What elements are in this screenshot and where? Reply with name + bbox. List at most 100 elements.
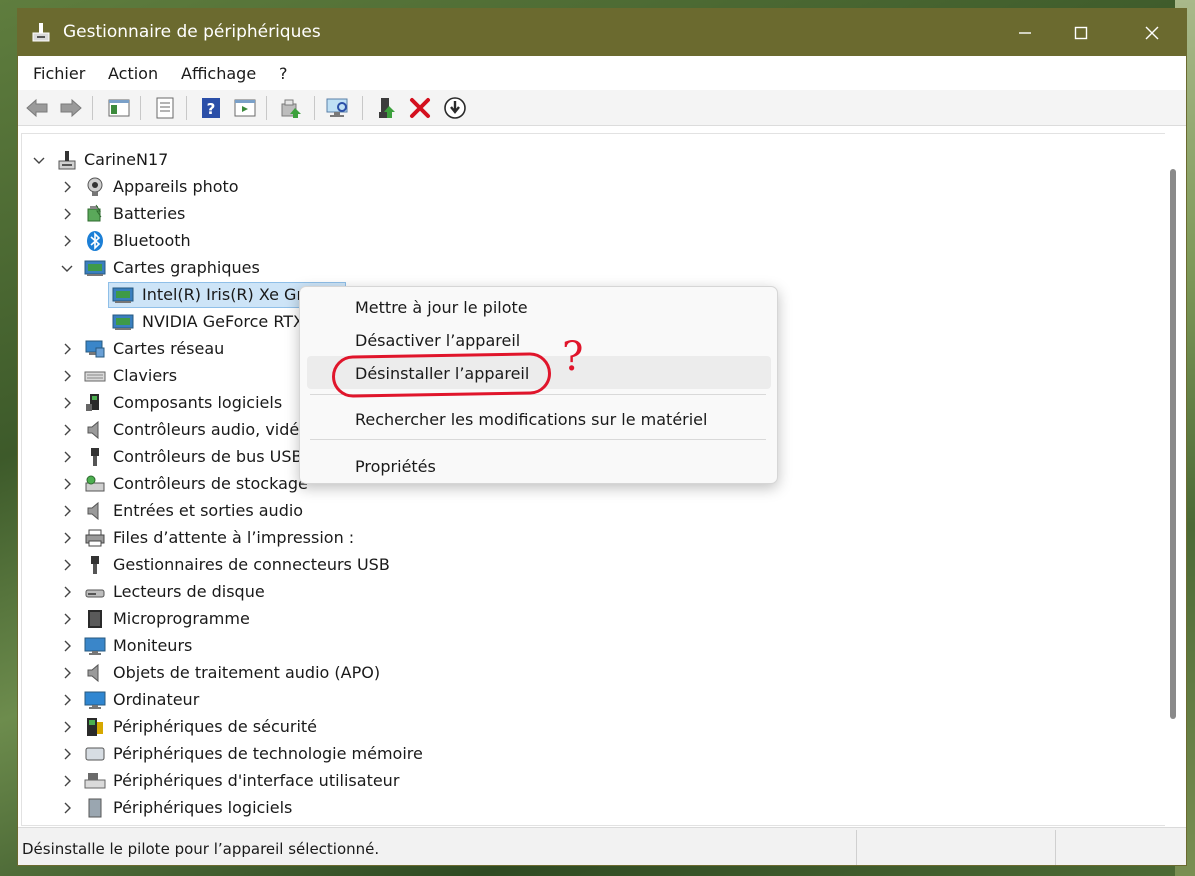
back-button[interactable]	[24, 95, 50, 121]
chevron-right-icon[interactable]	[61, 613, 73, 625]
tree-item[interactable]: Périphériques logiciels	[22, 795, 1162, 822]
chevron-right-icon[interactable]	[61, 559, 73, 571]
title-bar[interactable]: Gestionnaire de périphériques	[18, 9, 1186, 56]
chevron-right-icon[interactable]	[61, 748, 73, 760]
speaker-icon	[87, 420, 99, 440]
tree-toggle[interactable]	[60, 693, 74, 707]
computer-icon	[84, 691, 106, 709]
tree-toggle[interactable]	[32, 153, 46, 167]
chevron-down-icon[interactable]	[61, 262, 73, 274]
chevron-right-icon[interactable]	[61, 640, 73, 652]
maximize-button[interactable]	[1049, 9, 1113, 56]
tree-item[interactable]: Périphériques système	[22, 822, 1162, 826]
tree-toggle[interactable]	[60, 369, 74, 383]
chevron-right-icon[interactable]	[61, 586, 73, 598]
chevron-right-icon[interactable]	[61, 505, 73, 517]
tree-item[interactable]: Entrées et sorties audio	[22, 498, 1162, 525]
tree-item[interactable]: Périphériques de sécurité	[22, 714, 1162, 741]
chevron-right-icon[interactable]	[61, 775, 73, 787]
ctx-disable-device[interactable]: Désactiver l’appareil	[355, 331, 520, 350]
action-pane-button[interactable]	[232, 95, 258, 121]
close-button[interactable]	[1120, 9, 1184, 56]
tree-toggle[interactable]	[60, 585, 74, 599]
tree-toggle[interactable]	[60, 342, 74, 356]
chevron-right-icon[interactable]	[61, 424, 73, 436]
tree-toggle[interactable]	[60, 180, 74, 194]
tree-item[interactable]: Ordinateur	[22, 687, 1162, 714]
tree-toggle[interactable]	[60, 747, 74, 761]
software-device-icon	[88, 798, 102, 818]
toolbar-separator	[140, 96, 141, 120]
tree-toggle[interactable]	[60, 423, 74, 437]
tree-toggle[interactable]	[60, 450, 74, 464]
uninstall-device-button[interactable]	[407, 95, 433, 121]
chevron-right-icon[interactable]	[61, 235, 73, 247]
enable-device-button[interactable]	[374, 95, 400, 121]
tree-item-label: Appareils photo	[113, 177, 239, 196]
chevron-right-icon[interactable]	[61, 451, 73, 463]
tree-toggle[interactable]	[60, 207, 74, 221]
speaker-icon	[87, 501, 99, 521]
tree-item[interactable]: Files d’attente à l’impression :	[22, 525, 1162, 552]
chevron-right-icon[interactable]	[61, 208, 73, 220]
tree-root[interactable]: CarineN17	[22, 147, 1162, 174]
chevron-right-icon[interactable]	[61, 370, 73, 382]
ctx-properties[interactable]: Propriétés	[355, 457, 436, 476]
tree-toggle[interactable]	[60, 639, 74, 653]
menu-fichier[interactable]: Fichier	[33, 64, 85, 83]
tree-toggle[interactable]	[60, 774, 74, 788]
minimize-button[interactable]	[993, 9, 1057, 56]
properties-button[interactable]	[152, 95, 178, 121]
chevron-right-icon[interactable]	[61, 667, 73, 679]
tree-toggle[interactable]	[60, 531, 74, 545]
tree-toggle[interactable]	[60, 558, 74, 572]
tree-item[interactable]: Lecteurs de disque	[22, 579, 1162, 606]
show-hide-tree-button[interactable]	[106, 95, 132, 121]
tree-item[interactable]: Bluetooth	[22, 228, 1162, 255]
forward-button[interactable]	[58, 95, 84, 121]
tree-toggle[interactable]	[60, 396, 74, 410]
menu-affichage[interactable]: Affichage	[181, 64, 256, 83]
tree-item-label: Périphériques d'interface utilisateur	[113, 771, 400, 790]
chevron-right-icon[interactable]	[61, 397, 73, 409]
tree-toggle[interactable]	[60, 477, 74, 491]
tree-toggle[interactable]	[60, 801, 74, 815]
disable-device-button[interactable]	[442, 95, 468, 121]
tree-item[interactable]: Périphériques de technologie mémoire	[22, 741, 1162, 768]
chevron-right-icon[interactable]	[61, 721, 73, 733]
toolbar-separator	[266, 96, 267, 120]
tree-toggle[interactable]	[60, 261, 74, 275]
tree-item[interactable]: Périphériques d'interface utilisateur	[22, 768, 1162, 795]
update-driver-button[interactable]	[278, 95, 304, 121]
tree-toggle[interactable]	[60, 720, 74, 734]
tree-toggle[interactable]	[60, 612, 74, 626]
tree-item[interactable]: Appareils photo	[22, 174, 1162, 201]
tree-item-label: Lecteurs de disque	[113, 582, 265, 601]
chevron-right-icon[interactable]	[61, 532, 73, 544]
chevron-right-icon[interactable]	[61, 181, 73, 193]
toolbar-separator	[92, 96, 93, 120]
tree-toggle[interactable]	[60, 234, 74, 248]
chevron-right-icon[interactable]	[61, 694, 73, 706]
scan-hardware-button[interactable]	[325, 95, 351, 121]
tree-item[interactable]: Moniteurs	[22, 633, 1162, 660]
system-device-icon	[84, 824, 106, 826]
ctx-update-driver[interactable]: Mettre à jour le pilote	[355, 298, 528, 317]
chevron-right-icon[interactable]	[61, 343, 73, 355]
tree-item[interactable]: Batteries	[22, 201, 1162, 228]
tree-item[interactable]: Objets de traitement audio (APO)	[22, 660, 1162, 687]
tree-item-icon	[84, 581, 106, 603]
menu-help[interactable]: ?	[279, 64, 288, 83]
tree-toggle[interactable]	[60, 666, 74, 680]
chevron-right-icon[interactable]	[61, 478, 73, 490]
tree-item[interactable]: Cartes graphiques	[22, 255, 1162, 282]
chevron-right-icon[interactable]	[61, 802, 73, 814]
menu-action[interactable]: Action	[108, 64, 158, 83]
ctx-scan-hardware[interactable]: Rechercher les modifications sur le maté…	[355, 410, 707, 429]
tree-item[interactable]: Microprogramme	[22, 606, 1162, 633]
tree-item[interactable]: Gestionnaires de connecteurs USB	[22, 552, 1162, 579]
tree-toggle[interactable]	[60, 504, 74, 518]
scrollbar-thumb[interactable]	[1170, 169, 1176, 719]
help-button[interactable]: ?	[198, 95, 224, 121]
chevron-down-icon[interactable]	[33, 154, 45, 166]
